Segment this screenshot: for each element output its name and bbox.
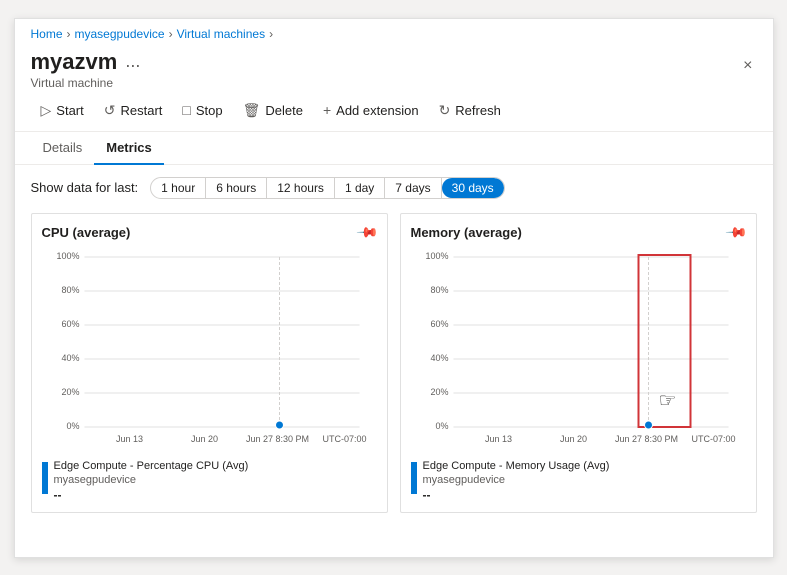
restart-icon: ↺	[104, 102, 116, 119]
cpu-chart-svg: 100% 80% 60% 40% 20% 0%	[42, 247, 377, 447]
time-12hours[interactable]: 12 hours	[267, 178, 335, 198]
memory-legend-value: --	[423, 488, 610, 502]
svg-text:100%: 100%	[425, 251, 448, 261]
svg-text:80%: 80%	[61, 285, 79, 295]
stop-label: Stop	[196, 103, 223, 118]
page-title: myazvm	[31, 49, 118, 75]
cpu-legend-text: Edge Compute - Percentage CPU (Avg) myas…	[54, 460, 249, 502]
more-options-button[interactable]: ...	[125, 51, 140, 72]
add-extension-label: Add extension	[336, 103, 418, 118]
svg-text:20%: 20%	[430, 387, 448, 397]
svg-text:20%: 20%	[61, 387, 79, 397]
stop-button[interactable]: □ Stop	[172, 98, 232, 122]
breadcrumb: Home › myasegpudevice › Virtual machines…	[15, 19, 773, 45]
start-label: Start	[56, 103, 83, 118]
title-area: myazvm ... Virtual machine	[31, 49, 141, 90]
memory-chart-area: 100% 80% 60% 40% 20% 0%	[411, 247, 746, 450]
svg-text:Jun 20: Jun 20	[190, 434, 217, 444]
cpu-chart-title: CPU (average)	[42, 225, 131, 240]
cpu-legend-bar	[42, 462, 48, 494]
time-1day[interactable]: 1 day	[335, 178, 385, 198]
time-1hour[interactable]: 1 hour	[151, 178, 206, 198]
svg-text:Jun 27 8:30 PM: Jun 27 8:30 PM	[614, 434, 677, 444]
cpu-legend-value: --	[54, 488, 249, 502]
restart-button[interactable]: ↺ Restart	[94, 98, 173, 123]
content-area: Show data for last: 1 hour 6 hours 12 ho…	[15, 165, 773, 557]
breadcrumb-vms[interactable]: Virtual machines	[177, 27, 266, 41]
memory-legend-device: myasegpudevice	[423, 474, 610, 486]
refresh-icon: ↻	[439, 102, 451, 119]
delete-button[interactable]: 🗑 Delete	[233, 98, 313, 123]
svg-text:Jun 13: Jun 13	[484, 434, 511, 444]
cpu-chart-legend: Edge Compute - Percentage CPU (Avg) myas…	[42, 460, 377, 502]
cpu-chart-card: CPU (average) 📌 100% 80% 60% 40% 20% 0%	[31, 213, 388, 513]
page-subtitle: Virtual machine	[31, 76, 141, 90]
svg-text:Jun 27 8:30 PM: Jun 27 8:30 PM	[245, 434, 308, 444]
breadcrumb-home[interactable]: Home	[31, 27, 63, 41]
svg-text:Jun 13: Jun 13	[115, 434, 142, 444]
breadcrumb-sep-1: ›	[67, 27, 71, 41]
tab-metrics[interactable]: Metrics	[94, 132, 164, 165]
header-row: myazvm ... Virtual machine ×	[15, 45, 773, 90]
memory-legend-bar	[411, 462, 417, 494]
refresh-label: Refresh	[455, 103, 501, 118]
show-data-row: Show data for last: 1 hour 6 hours 12 ho…	[31, 177, 757, 199]
tab-details[interactable]: Details	[31, 132, 95, 165]
cpu-legend-name: Edge Compute - Percentage CPU (Avg)	[54, 460, 249, 472]
cpu-legend-device: myasegpudevice	[54, 474, 249, 486]
cpu-chart-area: 100% 80% 60% 40% 20% 0%	[42, 247, 377, 450]
charts-row: CPU (average) 📌 100% 80% 60% 40% 20% 0%	[31, 213, 757, 513]
main-panel: Home › myasegpudevice › Virtual machines…	[14, 18, 774, 558]
memory-chart-title: Memory (average)	[411, 225, 522, 240]
time-filter-group: 1 hour 6 hours 12 hours 1 day 7 days 30 …	[150, 177, 505, 199]
svg-text:100%: 100%	[56, 251, 79, 261]
refresh-button[interactable]: ↻ Refresh	[429, 98, 511, 123]
memory-legend-text: Edge Compute - Memory Usage (Avg) myaseg…	[423, 460, 610, 502]
svg-text:Jun 20: Jun 20	[559, 434, 586, 444]
memory-legend-name: Edge Compute - Memory Usage (Avg)	[423, 460, 610, 472]
time-7days[interactable]: 7 days	[385, 178, 441, 198]
svg-text:0%: 0%	[435, 421, 448, 431]
close-button[interactable]: ×	[739, 53, 756, 79]
memory-chart-legend: Edge Compute - Memory Usage (Avg) myaseg…	[411, 460, 746, 502]
breadcrumb-device[interactable]: myasegpudevice	[75, 27, 165, 41]
memory-pin-icon[interactable]: 📌	[725, 220, 749, 244]
svg-text:☞: ☞	[658, 390, 676, 412]
breadcrumb-sep-3: ›	[269, 27, 273, 41]
show-data-label: Show data for last:	[31, 180, 139, 195]
memory-chart-header: Memory (average) 📌	[411, 224, 746, 241]
stop-icon: □	[182, 102, 190, 118]
svg-text:60%: 60%	[61, 319, 79, 329]
toolbar: ▷ Start ↺ Restart □ Stop 🗑 Delete + Add …	[15, 90, 773, 132]
restart-label: Restart	[120, 103, 162, 118]
svg-text:UTC-07:00: UTC-07:00	[691, 434, 735, 444]
cpu-pin-icon[interactable]: 📌	[356, 220, 380, 244]
svg-text:40%: 40%	[61, 353, 79, 363]
delete-label: Delete	[265, 103, 303, 118]
svg-text:UTC-07:00: UTC-07:00	[322, 434, 366, 444]
add-icon: +	[323, 102, 331, 118]
time-30days[interactable]: 30 days	[442, 178, 504, 198]
start-button[interactable]: ▷ Start	[31, 98, 94, 123]
svg-text:60%: 60%	[430, 319, 448, 329]
svg-text:0%: 0%	[66, 421, 79, 431]
start-icon: ▷	[41, 102, 52, 119]
breadcrumb-sep-2: ›	[169, 27, 173, 41]
svg-text:40%: 40%	[430, 353, 448, 363]
time-6hours[interactable]: 6 hours	[206, 178, 267, 198]
tabs-row: Details Metrics	[15, 132, 773, 165]
memory-chart-card: Memory (average) 📌 100% 80% 60% 40% 20% …	[400, 213, 757, 513]
add-extension-button[interactable]: + Add extension	[313, 98, 429, 122]
svg-text:80%: 80%	[430, 285, 448, 295]
cpu-chart-header: CPU (average) 📌	[42, 224, 377, 241]
delete-icon: 🗑	[243, 102, 261, 119]
memory-chart-svg: 100% 80% 60% 40% 20% 0%	[411, 247, 746, 447]
